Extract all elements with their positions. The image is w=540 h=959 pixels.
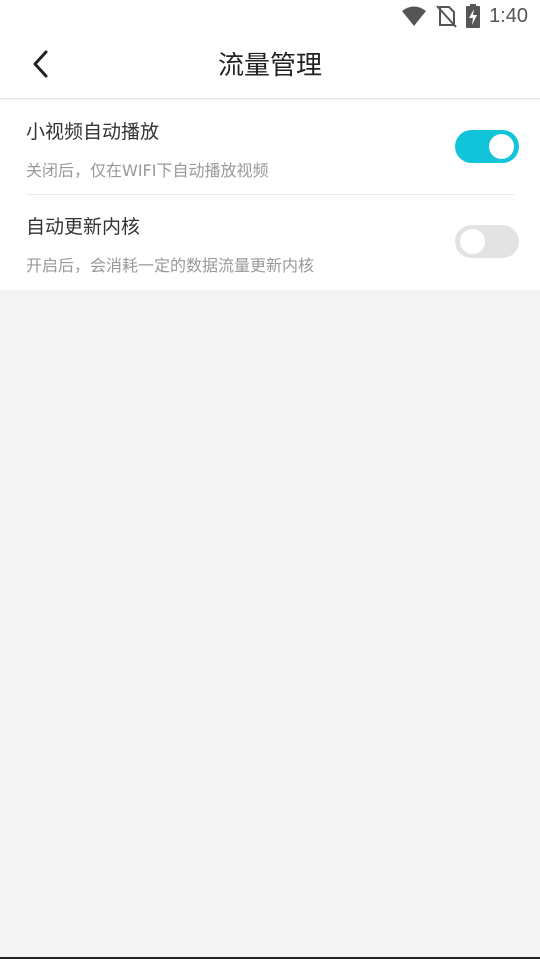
toggle-knob <box>489 134 514 159</box>
settings-list: 小视频自动播放 关闭后，仅在WIFI下自动播放视频 自动更新内核 开启后，会消耗… <box>0 100 540 290</box>
status-time: 1:40 <box>489 5 528 27</box>
header: 流量管理 <box>0 33 540 99</box>
setting-title: 自动更新内核 <box>26 216 141 238</box>
setting-row-autoplay-video: 小视频自动播放 关闭后，仅在WIFI下自动播放视频 <box>0 100 540 195</box>
status-icons: 1:40 <box>401 4 528 28</box>
page-title: 流量管理 <box>217 51 322 81</box>
no-sim-icon <box>435 4 457 28</box>
toggle-knob <box>460 229 485 254</box>
auto-update-kernel-toggle[interactable] <box>455 225 519 258</box>
status-bar: 1:40 <box>0 0 540 33</box>
wifi-icon <box>401 5 427 27</box>
setting-description: 开启后，会消耗一定的数据流量更新内核 <box>26 256 315 275</box>
setting-row-auto-update-kernel: 自动更新内核 开启后，会消耗一定的数据流量更新内核 <box>0 195 540 290</box>
screen: 1:40 流量管理 小视频自动播放 关闭后，仅在WIFI下自动播放视频 自动更新… <box>0 0 540 959</box>
setting-title: 小视频自动播放 <box>26 121 160 143</box>
autoplay-video-toggle[interactable] <box>455 130 519 163</box>
setting-description: 关闭后，仅在WIFI下自动播放视频 <box>26 161 269 180</box>
battery-charging-icon <box>465 4 481 28</box>
